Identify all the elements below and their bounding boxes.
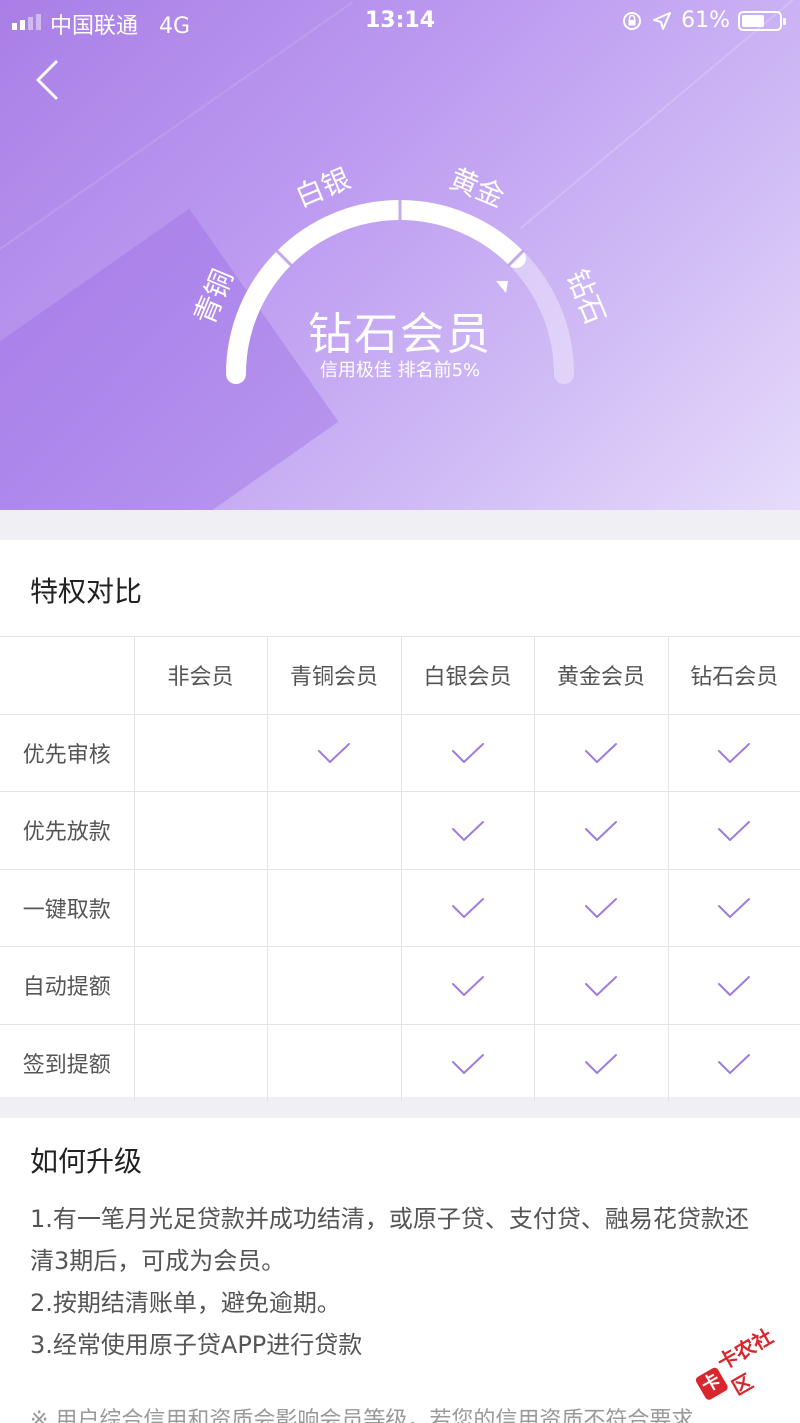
- row-label: 一键取款: [0, 868, 135, 947]
- column-header: 黄金会员: [533, 636, 669, 715]
- gauge-segment-3: [390, 200, 526, 269]
- check-icon: [718, 1053, 751, 1074]
- membership-hero: 中国联通 4G 13:14 61% 青铜 白银 黄金 钻石 钻石会员 信用极佳 排名前…: [0, 0, 800, 510]
- check-icon: [318, 743, 350, 764]
- table-corner-cell: [0, 636, 135, 715]
- table-cell: [667, 791, 800, 870]
- table-cell: [400, 713, 535, 792]
- privilege-table: 非会员 青铜会员 白银会员 黄金会员 钻石会员 优先审核 优先放款 一键取款 自动提额 签到提额: [0, 636, 800, 1102]
- privilege-comparison-section: 特权对比 非会员 青铜会员 白银会员 黄金会员 钻石会员 优先审核 优先放款 一键取款 自动提…: [0, 540, 800, 1102]
- table-cell: [266, 868, 402, 947]
- check-icon: [718, 820, 751, 841]
- table-cell: [266, 1023, 402, 1102]
- table-header-row: 非会员 青铜会员 白银会员 黄金会员 钻石会员: [0, 636, 800, 715]
- table-row: 签到提额: [0, 1023, 800, 1102]
- gauge-segment-2: [274, 200, 410, 269]
- table-row: 自动提额: [0, 946, 800, 1025]
- check-icon: [718, 743, 751, 764]
- check-icon: [585, 975, 617, 996]
- check-icon: [585, 743, 617, 764]
- column-header: 非会员: [133, 636, 268, 715]
- table-cell: [667, 946, 800, 1025]
- check-icon: [585, 898, 617, 919]
- table-cell: [667, 868, 800, 947]
- gauge-level-label: 黄金: [445, 162, 509, 214]
- table-cell: [533, 868, 669, 947]
- column-header: 白银会员: [400, 636, 535, 715]
- member-level-subtitle: 信用极佳 排名前5%: [319, 360, 481, 381]
- table-cell: [400, 868, 535, 947]
- table-cell: [400, 791, 535, 870]
- row-label: 优先审核: [0, 713, 135, 792]
- table-cell: [533, 791, 669, 870]
- check-icon: [451, 743, 484, 764]
- check-icon: [585, 820, 617, 841]
- table-row: 一键取款: [0, 868, 800, 947]
- upgrade-title: 如何升级: [30, 1145, 143, 1178]
- table-cell: [133, 946, 268, 1025]
- table-cell: [400, 946, 535, 1025]
- table-cell: [266, 713, 402, 792]
- table-cell: [133, 1023, 268, 1102]
- check-icon: [718, 898, 751, 919]
- row-label: 优先放款: [0, 791, 135, 870]
- table-row: 优先审核: [0, 713, 800, 792]
- table-cell: [133, 791, 268, 870]
- table-cell: [667, 713, 800, 792]
- privilege-comparison-title: 特权对比: [30, 575, 143, 608]
- gauge-pointer-icon: [496, 281, 508, 293]
- check-icon: [451, 975, 484, 996]
- check-icon: [718, 975, 751, 996]
- table-cell: [133, 868, 268, 947]
- upgrade-step: 1.有一笔月光足贷款并成功结清，或原子贷、支付贷、融易花贷款还清3期后，可成为会…: [30, 1205, 749, 1275]
- table-cell: [266, 791, 402, 870]
- gauge-level-label: 白银: [291, 162, 355, 214]
- check-icon: [451, 820, 484, 841]
- table-row: 优先放款: [0, 791, 800, 870]
- row-label: 自动提额: [0, 946, 135, 1025]
- table-cell: [533, 946, 669, 1025]
- upgrade-step: 2.按期结清账单，避免逾期。: [30, 1289, 341, 1317]
- membership-gauge: 青铜白银 黄金钻石: [188, 162, 612, 384]
- check-icon: [451, 1053, 484, 1074]
- table-cell: [667, 1023, 800, 1102]
- row-label: 签到提额: [0, 1023, 135, 1102]
- check-icon: [585, 1053, 617, 1074]
- table-cell: [533, 713, 669, 792]
- table-cell: [266, 946, 402, 1025]
- member-level-title: 钻石会员: [308, 309, 492, 360]
- column-header: 钻石会员: [667, 636, 800, 715]
- upgrade-steps: 1.有一笔月光足贷款并成功结清，或原子贷、支付贷、融易花贷款还清3期后，可成为会…: [30, 1198, 770, 1366]
- table-cell: [400, 1023, 535, 1102]
- table-cell: [133, 713, 268, 792]
- table-cell: [533, 1023, 669, 1102]
- upgrade-section: 如何升级 1.有一笔月光足贷款并成功结清，或原子贷、支付贷、融易花贷款还清3期后…: [0, 1118, 800, 1423]
- column-header: 青铜会员: [266, 636, 402, 715]
- upgrade-step: 3.经常使用原子贷APP进行贷款: [30, 1331, 363, 1359]
- upgrade-note: ※ 用户综合信用和资质会影响会员等级，若您的信用资质不符合要求: [30, 1408, 694, 1423]
- check-icon: [451, 898, 484, 919]
